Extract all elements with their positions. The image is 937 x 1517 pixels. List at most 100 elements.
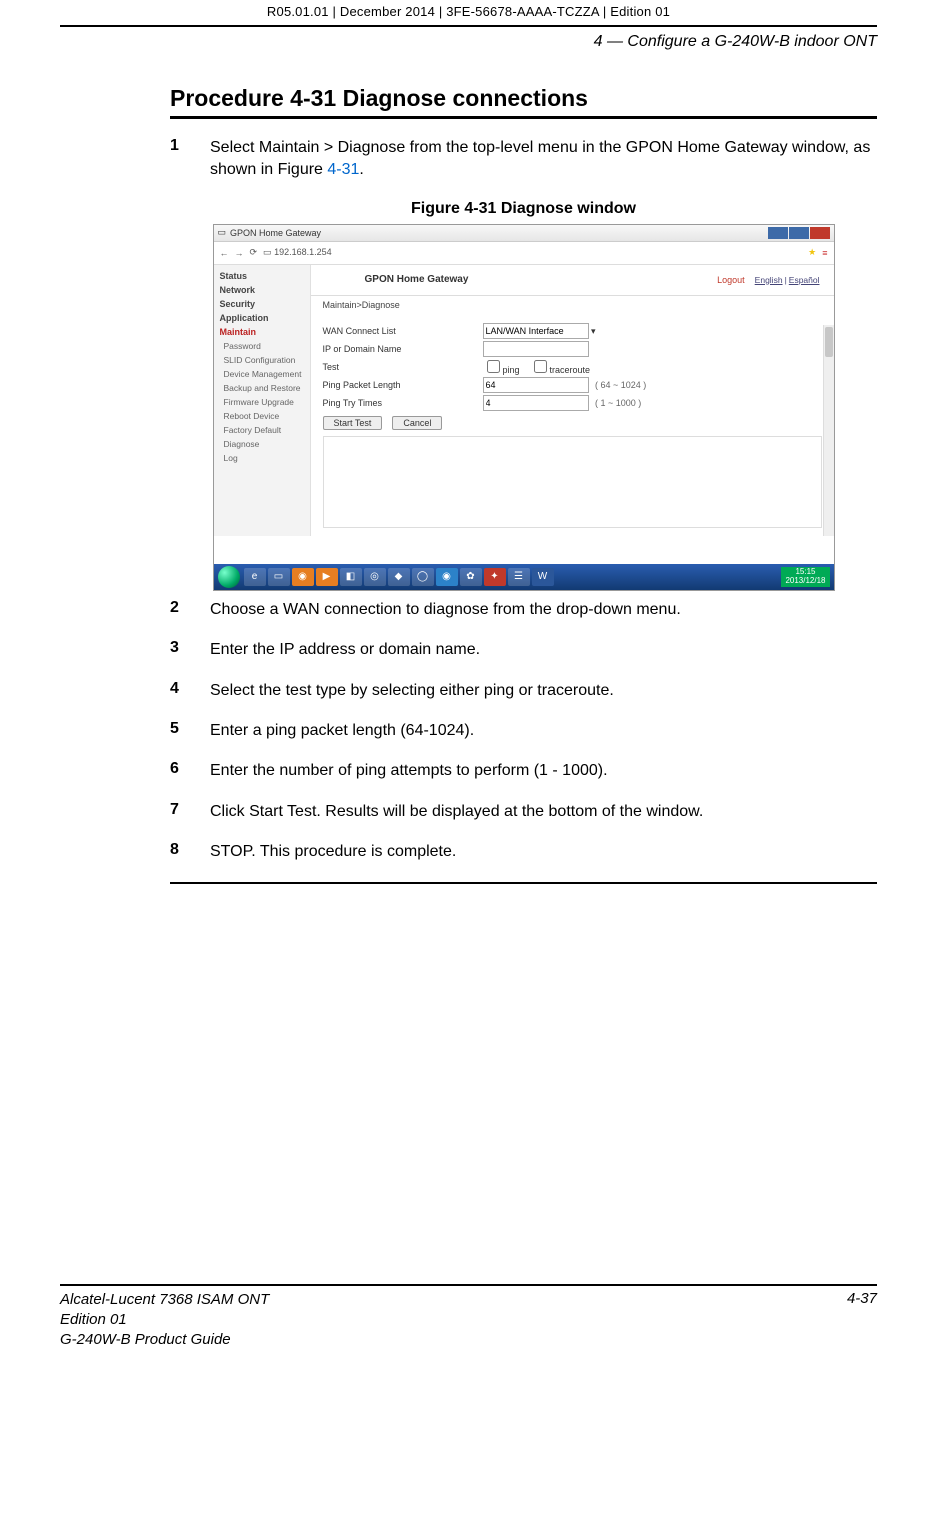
scrollbar-thumb[interactable] <box>825 327 833 357</box>
sidebar-sub-backup[interactable]: Backup and Restore <box>214 381 310 395</box>
step-num: 5 <box>170 720 210 742</box>
dropdown-arrow-icon[interactable]: ▾ <box>591 326 596 336</box>
packet-length-label: Ping Packet Length <box>323 380 483 390</box>
main-panel: GPON Home Gateway Logout English | Españ… <box>311 265 834 536</box>
app-icon-6[interactable]: ✦ <box>484 568 506 586</box>
sidebar-item-application[interactable]: Application <box>214 311 310 325</box>
packet-length-range: ( 64 ~ 1024 ) <box>595 380 646 390</box>
lang-english[interactable]: English <box>755 275 783 285</box>
chrome-icon[interactable]: ◎ <box>364 568 386 586</box>
footer-line-3: G-240W-B Product Guide <box>60 1330 269 1350</box>
sidebar-sub-factory[interactable]: Factory Default <box>214 423 310 437</box>
tab-title: GPON Home Gateway <box>230 228 321 238</box>
lang-pipe: | <box>785 275 787 285</box>
menu-icon[interactable]: ≡ <box>822 248 827 258</box>
figure-link-4-31[interactable]: 4-31 <box>327 161 359 178</box>
footer-line-2: Edition 01 <box>60 1310 269 1330</box>
sidebar-sub-slid[interactable]: SLID Configuration <box>214 353 310 367</box>
try-times-label: Ping Try Times <box>323 398 483 408</box>
diagnose-form: WAN Connect List ▾ IP or Domain Name Tes… <box>311 314 834 536</box>
taskbar-clock[interactable]: 15:15 2013/12/18 <box>781 567 829 587</box>
rule-procedure <box>170 116 877 119</box>
back-icon[interactable]: ← <box>220 248 229 258</box>
try-times-input[interactable] <box>483 395 589 411</box>
step-7: 7 Click Start Test. Results will be disp… <box>170 801 877 823</box>
ping-checkbox[interactable] <box>487 360 500 373</box>
step-4: 4 Select the test type by selecting eith… <box>170 680 877 702</box>
taskbar: e ▭ ◉ ▶ ◧ ◎ ◆ ◯ ◉ ✿ ✦ ☰ W 15:15 2013/12/… <box>214 564 834 590</box>
step-5: 5 Enter a ping packet length (64-1024). <box>170 720 877 742</box>
sidebar-item-security[interactable]: Security <box>214 297 310 311</box>
step-num: 6 <box>170 760 210 782</box>
reload-icon[interactable]: ⟳ <box>250 247 258 258</box>
step-text: Enter the IP address or domain name. <box>210 639 877 661</box>
figure-caption: Figure 4-31 Diagnose window <box>170 200 877 218</box>
step-text: STOP. This procedure is complete. <box>210 841 877 863</box>
sidebar-sub-device[interactable]: Device Management <box>214 367 310 381</box>
firefox-icon[interactable]: ◉ <box>292 568 314 586</box>
sidebar-item-network[interactable]: Network <box>214 283 310 297</box>
step-text: Enter the number of ping attempts to per… <box>210 760 877 782</box>
traceroute-label: traceroute <box>550 365 591 375</box>
page: R05.01.01 | December 2014 | 3FE-56678-AA… <box>0 0 937 1350</box>
banner: GPON Home Gateway Logout English | Españ… <box>311 265 834 296</box>
window-titlebar: ▭ GPON Home Gateway <box>214 225 834 242</box>
ip-domain-input[interactable] <box>483 341 589 357</box>
step-1: 1 Select Maintain > Diagnose from the to… <box>170 137 877 182</box>
sidebar-sub-diagnose[interactable]: Diagnose <box>214 437 310 451</box>
footer-line-1: Alcatel-Lucent 7368 ISAM ONT <box>60 1290 269 1310</box>
sidebar-sub-password[interactable]: Password <box>214 339 310 353</box>
step-6: 6 Enter the number of ping attempts to p… <box>170 760 877 782</box>
url-box[interactable]: ▭ 192.168.1.254 <box>263 247 332 258</box>
forward-icon[interactable]: → <box>235 248 244 258</box>
ie-icon[interactable]: e <box>244 568 266 586</box>
packet-length-input[interactable] <box>483 377 589 393</box>
bookmark-star-icon[interactable]: ★ <box>808 247 816 258</box>
procedure-title: Procedure 4-31 Diagnose connections <box>170 85 877 112</box>
app-icon-1[interactable]: ◧ <box>340 568 362 586</box>
rule-end-procedure <box>170 882 877 884</box>
wan-connect-select[interactable] <box>483 323 589 339</box>
step-num: 2 <box>170 599 210 621</box>
start-orb-icon[interactable] <box>218 566 240 588</box>
traceroute-checkbox[interactable] <box>534 360 547 373</box>
rule-footer <box>60 1284 877 1286</box>
step-1-text-b: . <box>359 161 363 178</box>
step-num: 3 <box>170 639 210 661</box>
sidebar: Status Network Security Application Main… <box>214 265 311 536</box>
step-8: 8 STOP. This procedure is complete. <box>170 841 877 863</box>
explorer-icon[interactable]: ▭ <box>268 568 290 586</box>
step-text: Choose a WAN connection to diagnose from… <box>210 599 877 621</box>
content: Procedure 4-31 Diagnose connections 1 Se… <box>170 85 877 884</box>
app-icon-7[interactable]: ☰ <box>508 568 530 586</box>
app-icon-2[interactable]: ◆ <box>388 568 410 586</box>
screenshot-body: Status Network Security Application Main… <box>214 265 834 536</box>
sidebar-item-maintain[interactable]: Maintain <box>214 325 310 339</box>
step-text: Select Maintain > Diagnose from the top-… <box>210 137 877 182</box>
step-num: 1 <box>170 137 210 182</box>
page-icon: ▭ <box>218 227 227 238</box>
app-icon-5[interactable]: ✿ <box>460 568 482 586</box>
start-test-button[interactable]: Start Test <box>323 416 383 430</box>
sidebar-sub-log[interactable]: Log <box>214 451 310 465</box>
try-times-range: ( 1 ~ 1000 ) <box>595 398 641 408</box>
maximize-button[interactable] <box>789 227 809 239</box>
sidebar-sub-reboot[interactable]: Reboot Device <box>214 409 310 423</box>
logout-link[interactable]: Logout <box>717 275 745 285</box>
scrollbar[interactable] <box>823 325 834 536</box>
sidebar-item-status[interactable]: Status <box>214 269 310 283</box>
close-button[interactable] <box>810 227 830 239</box>
cancel-button[interactable]: Cancel <box>392 416 442 430</box>
sidebar-sub-firmware[interactable]: Firmware Upgrade <box>214 395 310 409</box>
screenshot: ▭ GPON Home Gateway ← → ⟳ ▭ 192.168.1.25… <box>213 224 835 591</box>
wmp-icon[interactable]: ▶ <box>316 568 338 586</box>
app-icon-3[interactable]: ◯ <box>412 568 434 586</box>
app-icon-4[interactable]: ◉ <box>436 568 458 586</box>
section-head: 4 — Configure a G-240W-B indoor ONT <box>60 27 877 55</box>
test-label: Test <box>323 362 483 372</box>
word-icon[interactable]: W <box>532 568 554 586</box>
step-text: Select the test type by selecting either… <box>210 680 877 702</box>
lang-espanol[interactable]: Español <box>789 275 820 285</box>
step-2: 2 Choose a WAN connection to diagnose fr… <box>170 599 877 621</box>
minimize-button[interactable] <box>768 227 788 239</box>
